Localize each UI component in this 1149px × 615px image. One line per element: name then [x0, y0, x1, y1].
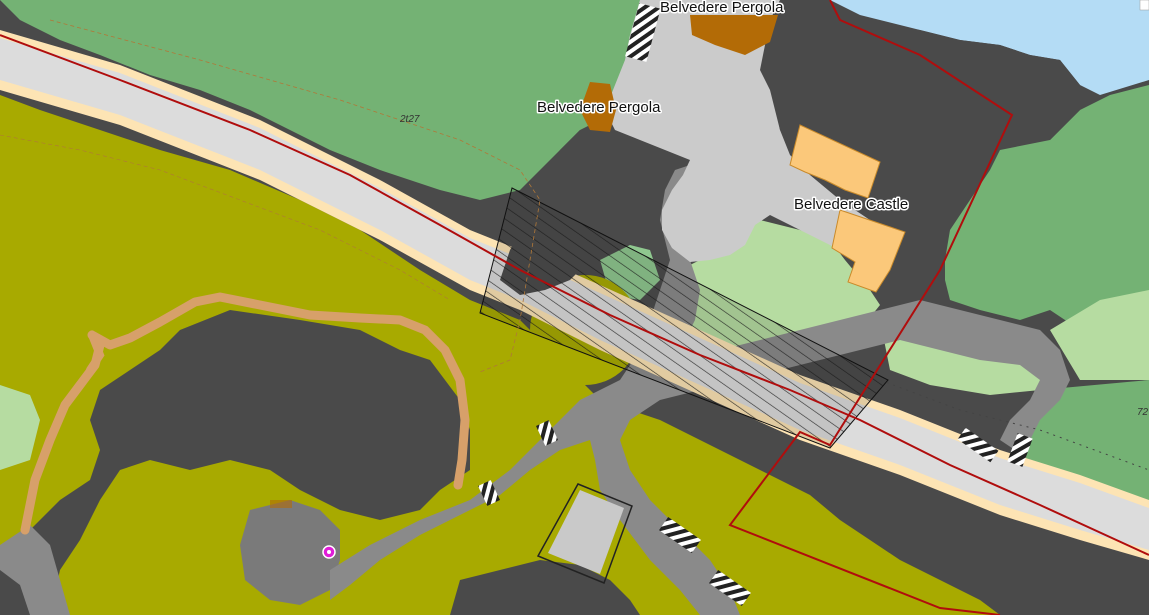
corner-marker	[1139, 0, 1149, 11]
label-belvedere-pergola-top[interactable]: Belvedere Pergola	[659, 0, 786, 18]
park-map[interactable]: 2t27 72 Belvedere Pergola Belvedere Perg…	[0, 0, 1149, 615]
label-belvedere-castle[interactable]: Belvedere Castle	[793, 195, 910, 215]
label-belvedere-pergola-mid[interactable]: Belvedere Pergola	[536, 98, 663, 118]
elevation-label-1: 2t27	[399, 114, 420, 125]
location-marker-icon[interactable]	[322, 545, 336, 559]
elevation-label-2: 72	[1137, 407, 1149, 418]
small-shelter	[270, 500, 292, 508]
